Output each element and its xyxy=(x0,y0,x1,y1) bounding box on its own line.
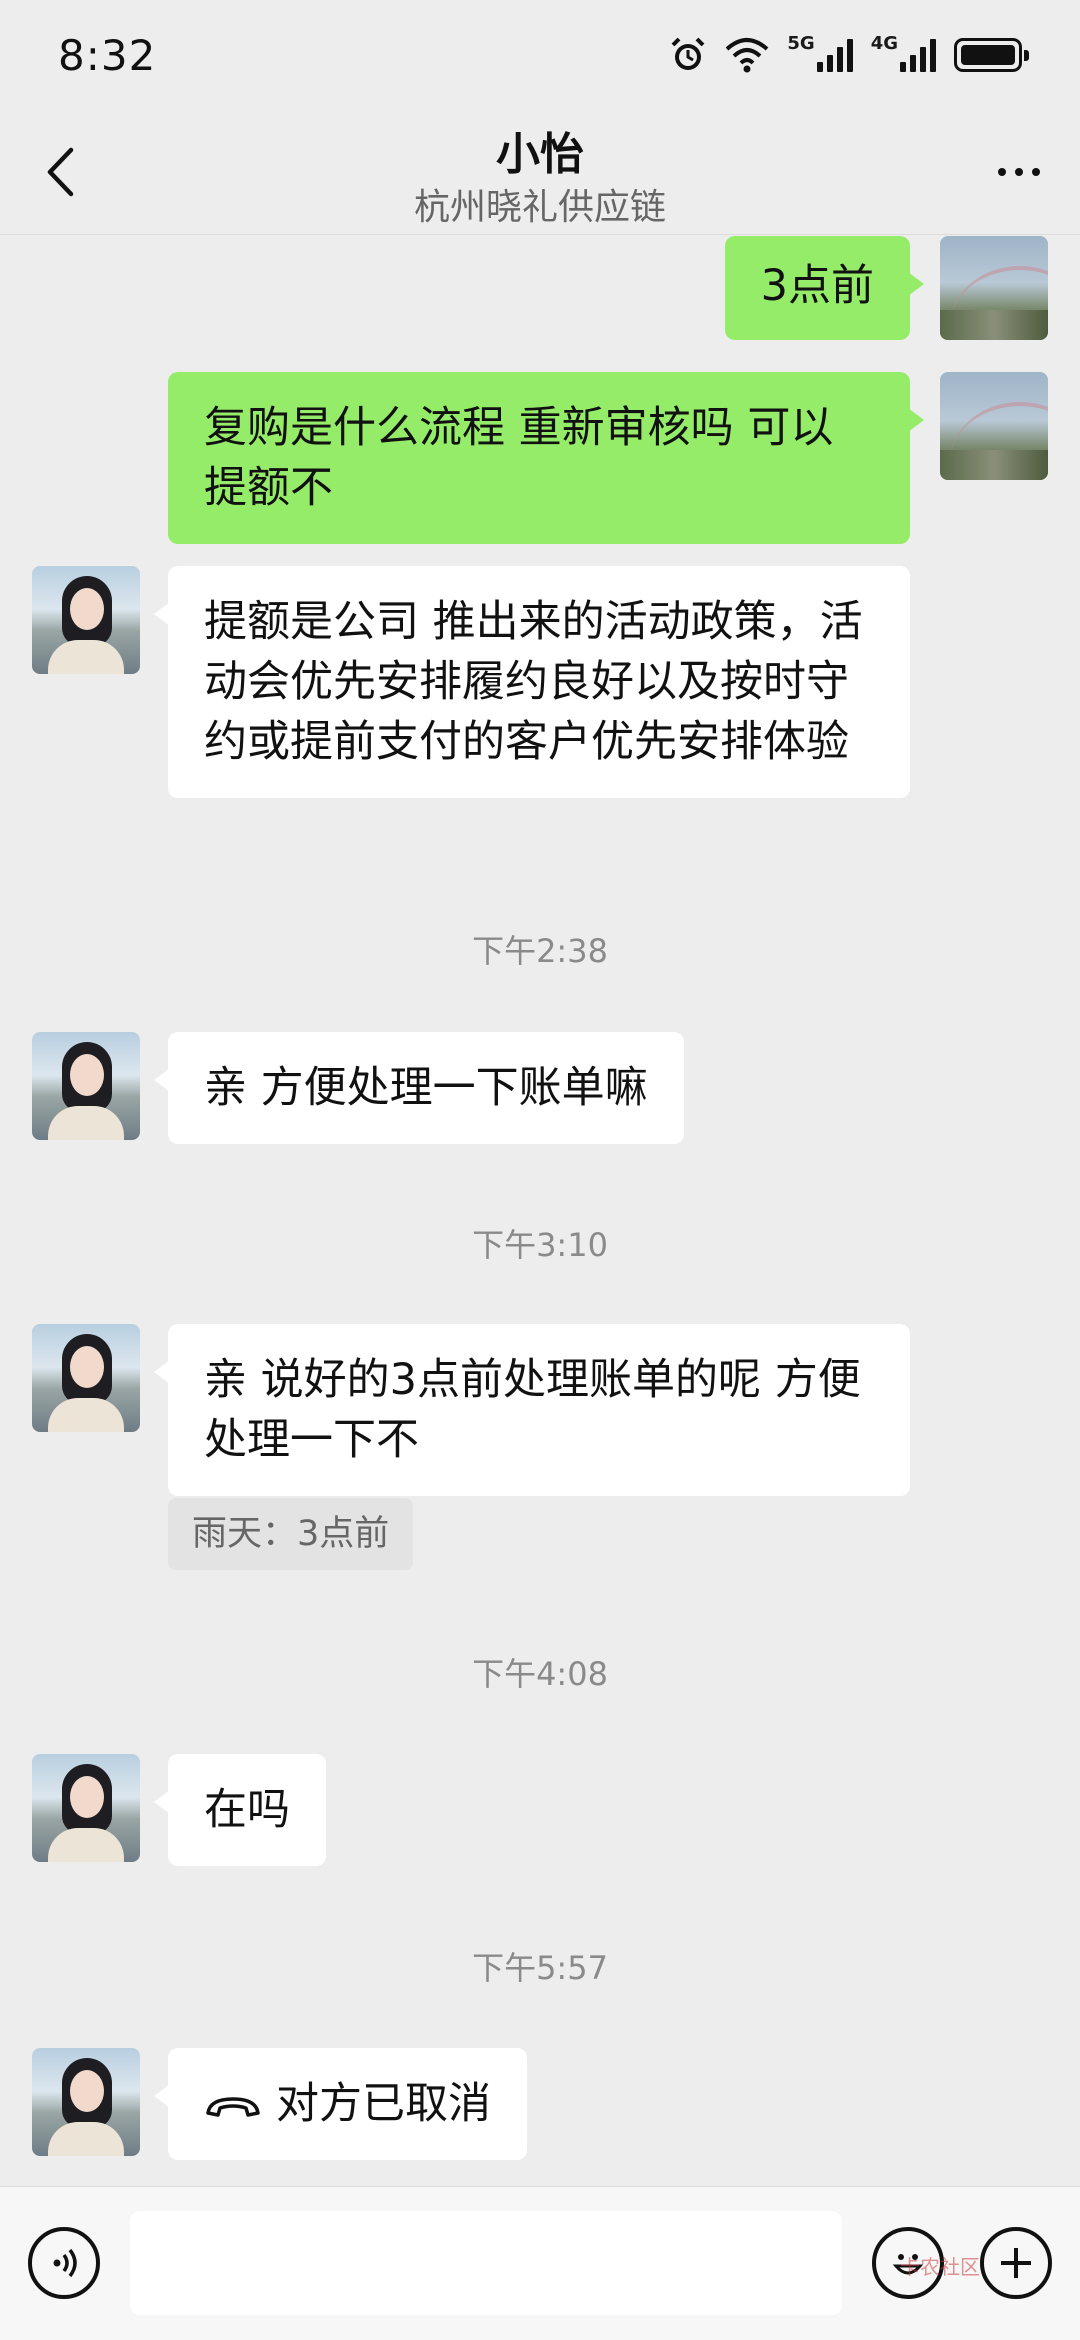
quoted-reply[interactable]: 雨天：3点前 xyxy=(168,1498,414,1570)
message-bubble-received[interactable]: 提额是公司 推出来的活动政策，活动会优先安排履约良好以及按时守约或提前支付的客户… xyxy=(154,566,910,798)
voice-button[interactable] xyxy=(28,2227,100,2299)
contact-company: 杭州晓礼供应链 xyxy=(413,187,666,228)
input-bar: 卡农社区 xyxy=(0,2186,1080,2340)
message-bubble-received[interactable]: 亲 方便处理一下账单嘛 xyxy=(154,1032,684,1144)
message-list[interactable]: 3点前 复购是什么流程 重新审核吗 可以提额不 提额是公司 推出来的活动政策，活… xyxy=(0,236,1080,2186)
network-5g-label: 5G xyxy=(787,32,815,54)
timestamp: 下午5:57 xyxy=(472,1949,608,1987)
message-bubble-received[interactable]: 亲 说好的3点前处理账单的呢 方便处理一下不 xyxy=(154,1324,910,1496)
contact-avatar[interactable] xyxy=(32,1324,140,1432)
chat-header: 小怡 杭州晓礼供应链 xyxy=(0,110,1080,235)
plus-icon xyxy=(1001,2248,1031,2278)
message-bubble-sent[interactable]: 3点前 xyxy=(724,236,925,340)
status-bar: 8:32 5G 4G xyxy=(0,0,1080,110)
add-more-button[interactable] xyxy=(980,2227,1052,2299)
signal-4g-icon: 4G xyxy=(871,33,936,72)
battery-icon xyxy=(954,38,1029,72)
wifi-icon xyxy=(725,37,769,73)
network-4g-label: 4G xyxy=(870,32,898,54)
voice-icon xyxy=(53,2248,77,2278)
my-avatar[interactable] xyxy=(940,236,1048,340)
message-bubble-sent[interactable]: 复购是什么流程 重新审核吗 可以提额不 xyxy=(168,372,924,544)
status-time: 8:32 xyxy=(58,30,157,80)
watermark-text: 卡农社区 xyxy=(900,2255,980,2279)
my-avatar[interactable] xyxy=(940,372,1048,480)
more-options-button[interactable] xyxy=(984,132,1054,212)
status-icons: 5G 4G xyxy=(669,33,1029,74)
signal-5g-icon: 5G xyxy=(787,33,853,72)
timestamp: 下午2:38 xyxy=(472,932,608,970)
timestamp: 下午4:08 xyxy=(472,1655,608,1693)
more-icon xyxy=(998,168,1040,176)
contact-name: 小怡 xyxy=(496,129,584,180)
timestamp: 下午3:10 xyxy=(472,1226,608,1264)
message-input[interactable] xyxy=(130,2211,842,2315)
contact-avatar[interactable] xyxy=(32,1754,140,1862)
message-bubble-received[interactable]: 在吗 xyxy=(154,1754,326,1866)
call-status-text: 对方已取消 xyxy=(276,2079,491,2129)
contact-avatar[interactable] xyxy=(32,2048,140,2156)
call-record-bubble[interactable]: 对方已取消 xyxy=(154,2048,527,2160)
contact-avatar[interactable] xyxy=(32,1032,140,1140)
phone-hangup-icon xyxy=(206,2096,260,2117)
contact-avatar[interactable] xyxy=(32,566,140,674)
alarm-icon xyxy=(669,36,707,74)
